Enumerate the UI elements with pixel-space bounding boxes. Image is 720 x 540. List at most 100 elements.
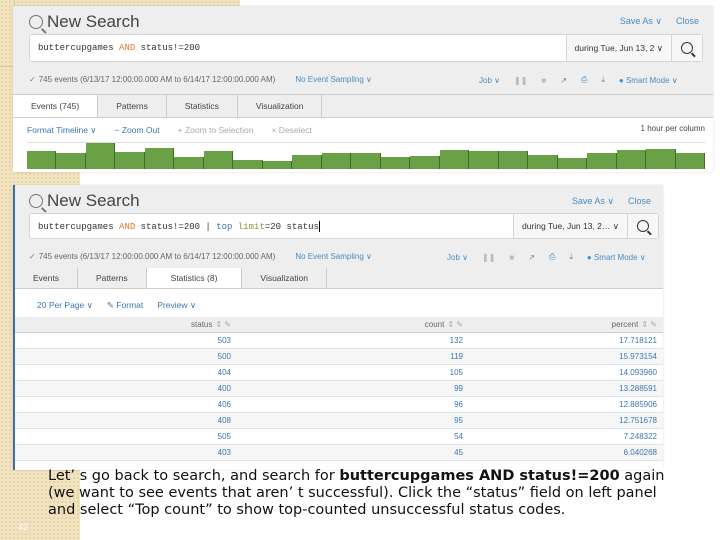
timeline-bar[interactable]	[380, 157, 411, 169]
timeline-bar[interactable]	[27, 150, 57, 169]
format-timeline-dropdown[interactable]: Format Timeline ∨	[27, 125, 97, 136]
cell-count[interactable]: 105	[237, 364, 469, 381]
timeline-bar[interactable]	[174, 157, 204, 169]
timeline-bar[interactable]	[439, 149, 470, 169]
stop-icon[interactable]: ■	[509, 253, 514, 262]
timeline-bar[interactable]	[587, 153, 617, 169]
timeline-bar[interactable]	[646, 148, 676, 169]
sort-icon[interactable]: ⇕ ✎	[215, 320, 231, 329]
per-page-dropdown[interactable]: 20 Per Page ∨	[37, 300, 93, 311]
cell-status[interactable]: 408	[15, 412, 237, 429]
timeline-bar[interactable]	[498, 151, 529, 169]
search-button[interactable]	[627, 214, 658, 238]
tab-patterns[interactable]: Patterns	[98, 95, 167, 117]
timeline-bar[interactable]	[292, 154, 322, 169]
share-icon[interactable]: ↗	[528, 253, 535, 262]
cell-percent[interactable]: 15.973154	[469, 348, 663, 365]
cell-count[interactable]: 54	[237, 428, 469, 445]
tab-statistics[interactable]: Statistics (8)	[146, 268, 243, 288]
cell-percent[interactable]: 17.718121	[469, 332, 663, 349]
cell-count[interactable]: 96	[237, 396, 469, 413]
timeline-bar[interactable]	[616, 149, 647, 169]
close-button[interactable]: Close	[628, 196, 651, 207]
tab-patterns[interactable]: Patterns	[78, 268, 147, 288]
column-header-percent[interactable]: percent ⇕ ✎	[469, 317, 663, 333]
timeline-bar[interactable]	[557, 158, 588, 169]
zoom-to-selection-button[interactable]: + Zoom to Selection	[178, 125, 254, 136]
sort-icon[interactable]: ⇕ ✎	[447, 320, 463, 329]
pause-icon[interactable]: ❚❚	[482, 253, 495, 262]
cell-percent[interactable]: 6.040268	[469, 444, 663, 461]
tab-visualization[interactable]: Visualization	[238, 95, 323, 117]
export-icon[interactable]: ⤓	[569, 252, 573, 262]
timeline-toolbar: Format Timeline ∨ − Zoom Out + Zoom to S…	[27, 125, 312, 136]
timeline-bar[interactable]	[144, 148, 175, 169]
stop-icon[interactable]: ■	[541, 76, 546, 85]
cell-status[interactable]: 406	[15, 396, 237, 413]
tab-events[interactable]: Events (745)	[13, 95, 99, 117]
cell-status[interactable]: 503	[15, 332, 237, 349]
job-menu[interactable]: Job ∨	[447, 253, 468, 262]
search-input[interactable]: buttercupgames AND status!=200	[30, 43, 566, 53]
timeline-bar[interactable]	[410, 156, 440, 169]
job-controls: Job ∨ ❚❚ ■ ↗ ⎙ ⤓ ● Smart Mode ∨	[447, 252, 646, 262]
cell-count[interactable]: 45	[237, 444, 469, 461]
cell-count[interactable]: 99	[237, 380, 469, 397]
cell-status[interactable]: 505	[15, 428, 237, 445]
format-button[interactable]: ✎ Format	[107, 300, 143, 311]
search-button[interactable]	[671, 35, 702, 61]
time-range-picker[interactable]: during Tue, Jun 13, 2… ∨	[513, 214, 627, 238]
cell-percent[interactable]: 14.093960	[469, 364, 663, 381]
timeline-bar[interactable]	[262, 160, 293, 169]
search-input[interactable]: buttercupgames AND status!=200 | top lim…	[30, 220, 513, 232]
timeline-bar[interactable]	[233, 159, 263, 169]
cell-count[interactable]: 132	[237, 332, 469, 349]
cell-percent[interactable]: 12.885906	[469, 396, 663, 413]
timeline-bar[interactable]	[351, 152, 381, 169]
preview-dropdown[interactable]: Preview ∨	[157, 300, 196, 311]
event-timeline[interactable]	[27, 142, 705, 169]
column-header-count[interactable]: count ⇕ ✎	[237, 317, 469, 333]
save-as-button[interactable]: Save As ∨	[620, 16, 662, 27]
cell-count[interactable]: 119	[237, 348, 469, 365]
cell-status[interactable]: 403	[15, 444, 237, 461]
deselect-button[interactable]: × Deselect	[271, 125, 311, 136]
cell-status[interactable]: 500	[15, 348, 237, 365]
job-menu[interactable]: Job ∨	[479, 76, 500, 85]
pause-icon[interactable]: ❚❚	[514, 76, 527, 85]
smart-mode-dropdown[interactable]: ● Smart Mode ∨	[619, 76, 678, 85]
column-header-status[interactable]: status ⇕ ✎	[15, 317, 237, 333]
cell-percent[interactable]: 12.751678	[469, 412, 663, 429]
cell-percent[interactable]: 13.288591	[469, 380, 663, 397]
timeline-bar[interactable]	[203, 151, 234, 169]
print-icon[interactable]: ⎙	[581, 75, 587, 85]
tab-events[interactable]: Events	[15, 268, 78, 288]
print-icon[interactable]: ⎙	[549, 252, 555, 262]
search-screenshot-events: New Search Save As ∨ Close buttercupgame…	[13, 6, 713, 172]
close-button[interactable]: Close	[676, 16, 699, 27]
tab-statistics[interactable]: Statistics	[167, 95, 238, 117]
zoom-out-button[interactable]: − Zoom Out	[115, 125, 160, 136]
cell-status[interactable]: 404	[15, 364, 237, 381]
sort-icon[interactable]: ⇕ ✎	[641, 320, 657, 329]
text-cursor	[318, 220, 320, 232]
timeline-bar[interactable]	[56, 153, 86, 169]
event-sampling-dropdown[interactable]: No Event Sampling ∨	[295, 252, 372, 261]
table-row: 400 99 13.288591	[15, 380, 663, 397]
save-as-button[interactable]: Save As ∨	[572, 196, 614, 207]
smart-mode-dropdown[interactable]: ● Smart Mode ∨	[587, 253, 646, 262]
timeline-bar[interactable]	[528, 154, 558, 169]
timeline-bar[interactable]	[85, 143, 116, 169]
timeline-bar[interactable]	[321, 152, 352, 169]
share-icon[interactable]: ↗	[560, 76, 567, 85]
tab-visualization[interactable]: Visualization	[242, 268, 327, 288]
export-icon[interactable]: ⤓	[601, 75, 605, 85]
timeline-bar[interactable]	[115, 152, 145, 169]
cell-count[interactable]: 95	[237, 412, 469, 429]
time-range-picker[interactable]: during Tue, Jun 13, 2 ∨	[565, 35, 671, 61]
event-sampling-dropdown[interactable]: No Event Sampling ∨	[295, 75, 372, 84]
cell-percent[interactable]: 7.248322	[469, 428, 663, 445]
timeline-bar[interactable]	[675, 152, 705, 169]
cell-status[interactable]: 400	[15, 380, 237, 397]
timeline-bar[interactable]	[469, 150, 499, 169]
